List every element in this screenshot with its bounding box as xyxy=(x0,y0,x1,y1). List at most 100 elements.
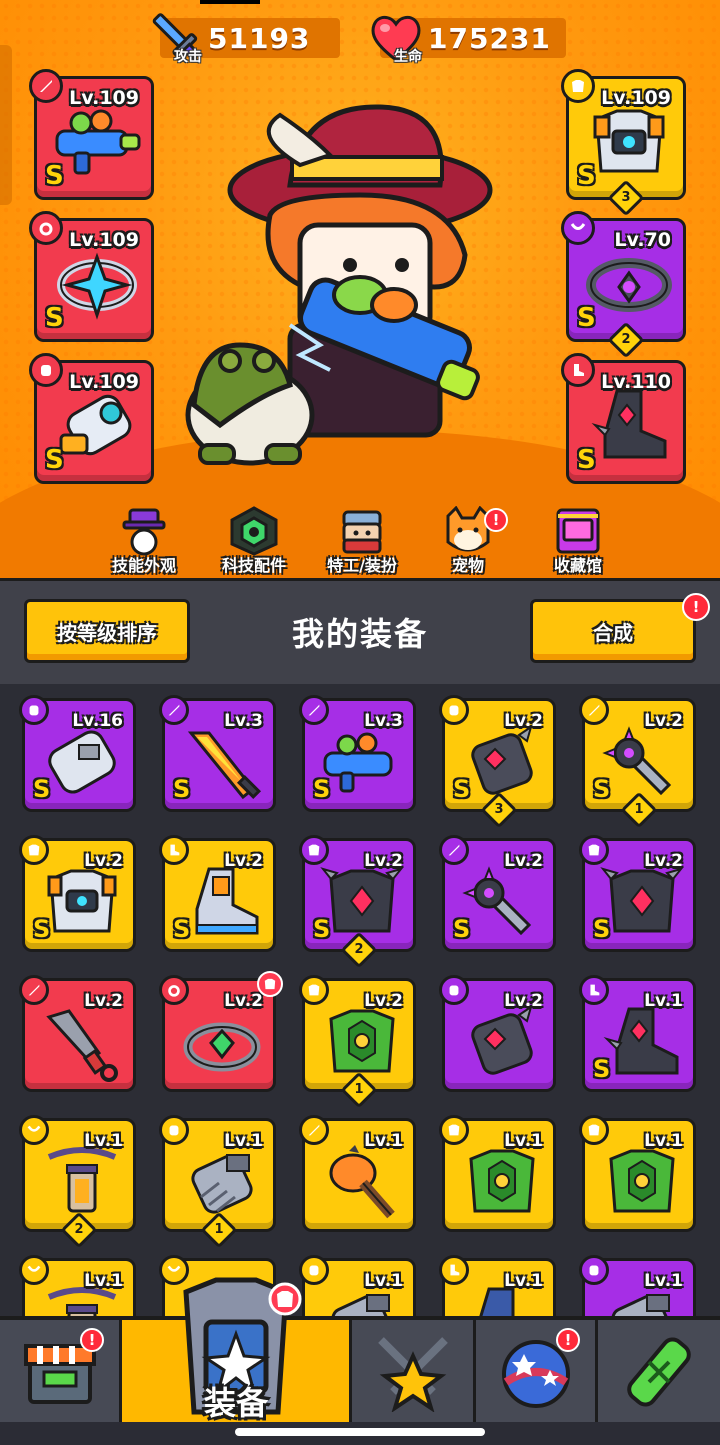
nav-tab-shop[interactable]: ! xyxy=(0,1320,122,1422)
item-level: Lv.2 xyxy=(224,851,263,871)
nav-tab-lab[interactable] xyxy=(598,1320,720,1422)
item-level: Lv.3 xyxy=(224,711,263,731)
glove-type-icon xyxy=(29,353,63,387)
leaf-armor-icon xyxy=(469,1149,535,1213)
health-label: 生命 xyxy=(394,49,422,65)
menu-tech-parts[interactable]: 科技配件 xyxy=(206,506,302,576)
weapon-type-icon xyxy=(299,695,329,725)
inventory-item[interactable]: Lv.1 xyxy=(299,1115,416,1232)
nav-tab-battle[interactable] xyxy=(352,1320,476,1422)
inventory-item[interactable]: Lv.1 2 xyxy=(19,1115,136,1249)
equipped-necklace-slot[interactable]: Lv.70 S 2 xyxy=(561,211,686,359)
slot-level: Lv.70 xyxy=(614,229,671,251)
slot-level: Lv.109 xyxy=(69,229,139,251)
nav-tab-world[interactable]: ! xyxy=(476,1320,598,1422)
inventory-item[interactable]: Lv.2 S 3 xyxy=(439,695,556,829)
inventory-item[interactable]: Lv.2 1 xyxy=(299,975,416,1109)
menu-label: 科技配件 xyxy=(221,556,286,575)
equipped-boots-slot[interactable]: Lv.110 S xyxy=(561,353,686,484)
inventory-item[interactable]: Lv.2 S xyxy=(159,835,276,952)
hero-character[interactable] xyxy=(180,95,520,475)
inventory-item[interactable]: Lv.3 S xyxy=(159,695,276,812)
menu-agent-outfit[interactable]: 特工/装扮 xyxy=(314,506,410,576)
flame-sword-icon xyxy=(187,731,262,800)
equipped-armor-slot[interactable]: Lv.109 S 3 xyxy=(561,69,686,217)
inventory-item[interactable]: Lv.1 xyxy=(579,1255,696,1316)
side-drawer-handle[interactable] xyxy=(0,45,12,205)
inventory-item[interactable]: Lv.1 xyxy=(19,1255,136,1316)
inventory-item[interactable]: Lv.1 xyxy=(579,1115,696,1232)
armor-type-icon xyxy=(579,835,609,865)
inventory-item[interactable]: Lv.1 xyxy=(439,1115,556,1232)
item-level: Lv.1 xyxy=(364,1131,403,1151)
inventory-item[interactable]: Lv.2 S xyxy=(439,835,556,952)
item-level: Lv.3 xyxy=(364,711,403,731)
merge-button[interactable]: 合成 xyxy=(530,599,696,663)
item-rank: S xyxy=(173,915,191,943)
dna-capsule-icon xyxy=(627,1337,691,1407)
weapon-type-icon xyxy=(19,975,49,1005)
item-rank: S xyxy=(313,775,331,803)
star-ring-icon xyxy=(57,252,137,320)
gloves-type-icon xyxy=(579,1255,609,1285)
inventory-item[interactable]: Lv.2 xyxy=(19,975,136,1092)
collection-icon xyxy=(556,508,600,554)
merge-alert-badge: ! xyxy=(682,593,710,621)
item-level: Lv.2 xyxy=(364,851,403,871)
armor-type-icon xyxy=(299,835,329,865)
weapon-type-icon xyxy=(29,69,63,103)
equipped-ring-slot[interactable]: Lv.109 S xyxy=(29,211,154,342)
item-level: Lv.1 xyxy=(84,1271,123,1291)
inventory-item[interactable]: Lv.2 S 2 xyxy=(299,835,416,969)
inventory-item[interactable]: Lv.3 S xyxy=(299,695,416,812)
item-level: Lv.1 xyxy=(504,1271,543,1291)
inventory-item[interactable]: Lv.1 1 xyxy=(159,1115,276,1249)
menu-collection[interactable]: 收藏馆 xyxy=(530,506,626,576)
item-level: Lv.1 xyxy=(504,1131,543,1151)
item-rank: S xyxy=(173,775,191,803)
emerald-ring-icon xyxy=(183,1022,261,1072)
equipped-weapon-slot[interactable]: Lv.109 S xyxy=(29,69,154,200)
item-level: Lv.1 xyxy=(644,1271,683,1291)
leaf-armor-icon xyxy=(329,1009,395,1073)
slot-level: Lv.110 xyxy=(601,371,671,393)
gloves-type-icon xyxy=(19,695,49,725)
spiked-boots-icon xyxy=(591,389,667,459)
necklace-type-icon xyxy=(19,1255,49,1285)
water-blaster-icon xyxy=(323,732,393,793)
inventory-item[interactable]: Lv.2 xyxy=(159,971,283,1092)
inventory-item[interactable]: Lv.1 S xyxy=(579,975,696,1092)
inventory-item[interactable]: Lv.16 S xyxy=(19,695,136,812)
kunai-icon xyxy=(46,1009,118,1082)
inventory-item[interactable]: Lv.2 S xyxy=(579,835,696,952)
inventory-item[interactable]: Lv.1 xyxy=(439,1255,556,1316)
item-level: Lv.2 xyxy=(644,711,683,731)
menu-pet[interactable]: ! 宠物 xyxy=(420,506,516,576)
equipped-gloves-slot[interactable]: Lv.109 S xyxy=(29,353,154,484)
item-rank: S xyxy=(33,775,51,803)
menu-skill-skin[interactable]: 技能外观 xyxy=(96,506,192,576)
slot-level: Lv.109 xyxy=(69,87,139,109)
home-indicator[interactable] xyxy=(235,1428,485,1436)
item-level: Lv.1 xyxy=(224,1131,263,1151)
inventory-item[interactable]: Lv.1 xyxy=(299,1255,416,1316)
boot-type-icon xyxy=(561,353,595,387)
slot-rank: S xyxy=(577,161,596,191)
gloves-type-icon xyxy=(159,1115,189,1145)
item-level: Lv.2 xyxy=(84,851,123,871)
inventory-item[interactable]: Lv.2 S 1 xyxy=(579,695,696,829)
menu-label: 技能外观 xyxy=(111,556,176,575)
mech-armor-icon xyxy=(593,109,665,173)
dark-armor-icon xyxy=(320,867,404,933)
claw-glove-icon xyxy=(471,1004,533,1075)
inventory-item[interactable]: Lv.2 S xyxy=(19,835,136,952)
inventory-item[interactable]: Lv.2 xyxy=(439,975,556,1092)
leaf-armor-icon xyxy=(609,1149,675,1213)
ring-type-icon xyxy=(29,211,63,245)
shop-alert-badge: ! xyxy=(80,1328,104,1352)
slot-rank: S xyxy=(45,303,64,333)
necklace-type-icon xyxy=(19,1115,49,1145)
active-tab-label: 装备 xyxy=(203,1384,269,1422)
merge-label: 合成 xyxy=(593,620,633,645)
claw-glove-icon xyxy=(471,724,533,795)
